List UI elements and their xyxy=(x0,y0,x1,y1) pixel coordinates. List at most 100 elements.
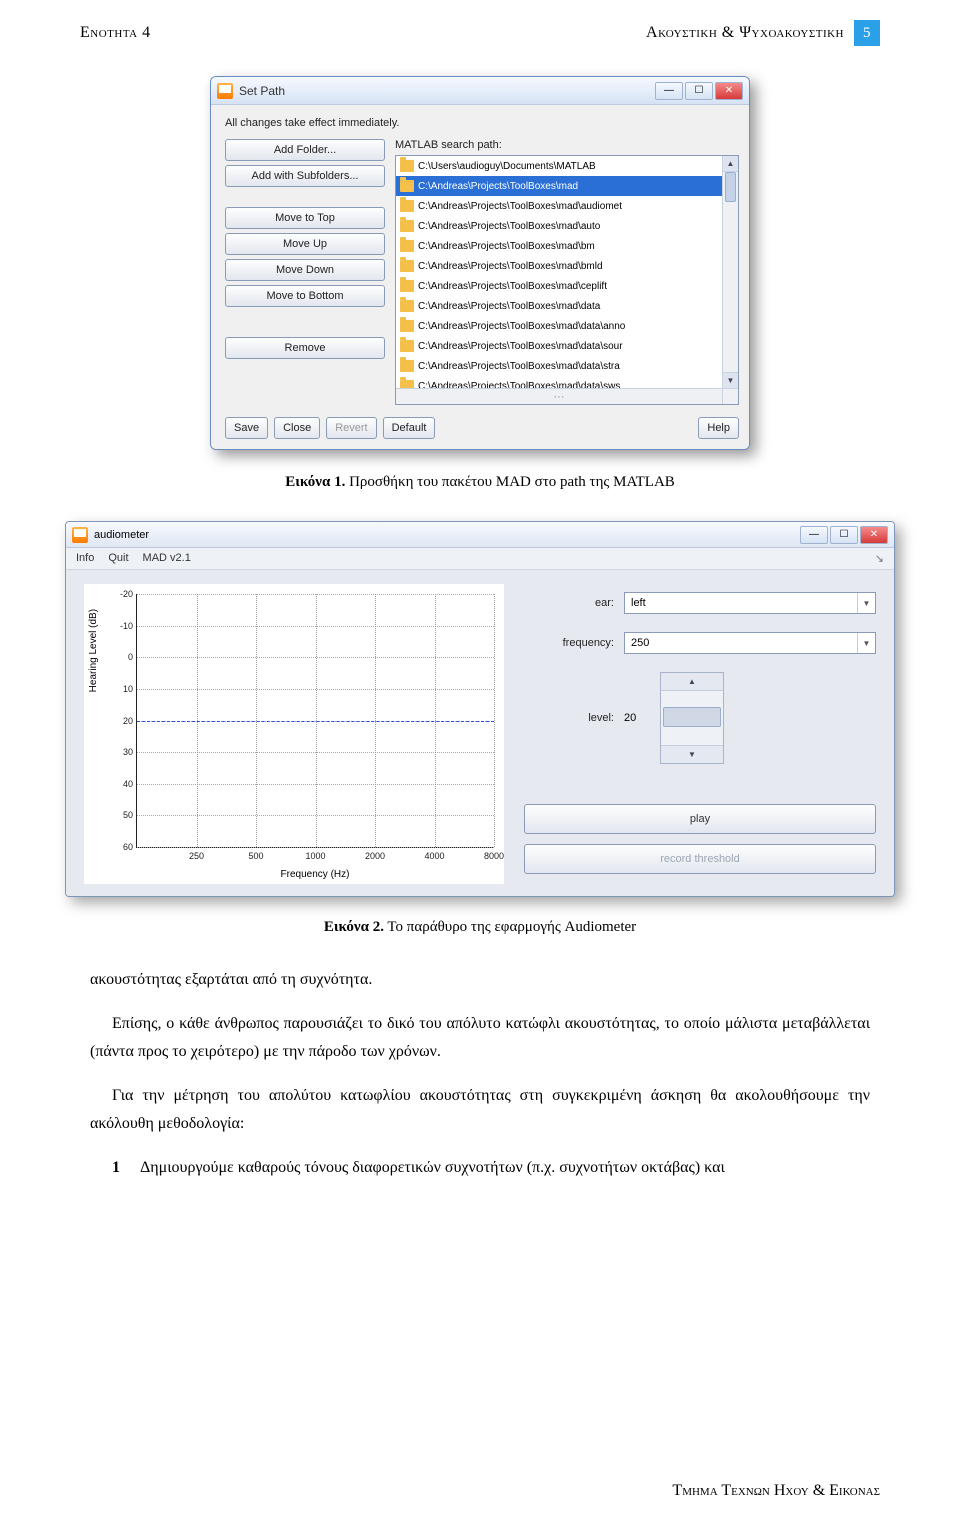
move-to-top-button[interactable]: Move to Top xyxy=(225,207,385,229)
path-list-item[interactable]: C:\Andreas\Projects\ToolBoxes\mad\data\a… xyxy=(396,316,738,336)
path-list-item[interactable]: C:\Andreas\Projects\ToolBoxes\mad\data\s… xyxy=(396,356,738,376)
caption-label: Εικόνα 1. xyxy=(285,474,345,490)
level-label: level: xyxy=(524,712,614,724)
folder-icon xyxy=(400,360,414,372)
record-threshold-button[interactable]: record threshold xyxy=(524,844,876,874)
scroll-thumb[interactable] xyxy=(725,172,736,202)
path-list-item[interactable]: C:\Andreas\Projects\ToolBoxes\mad\ceplif… xyxy=(396,276,738,296)
notice-text: All changes take effect immediately. xyxy=(225,117,739,129)
path-list-item[interactable]: C:\Andreas\Projects\ToolBoxes\mad\bm xyxy=(396,236,738,256)
level-value: 20 xyxy=(624,712,650,724)
ear-label: ear: xyxy=(524,597,614,609)
scroll-down-icon[interactable]: ▼ xyxy=(723,372,738,388)
caption-text: Το παράθυρο της εφαρμογής Audiometer xyxy=(384,919,636,935)
matlab-icon xyxy=(217,83,233,99)
horizontal-scrollbar[interactable] xyxy=(396,388,722,404)
minimize-button[interactable]: — xyxy=(800,526,828,544)
path-item-text: C:\Andreas\Projects\ToolBoxes\mad\data\s… xyxy=(418,341,623,352)
path-listbox[interactable]: C:\Users\audioguy\Documents\MATLAB C:\And… xyxy=(395,155,739,405)
chart-xtick: 4000 xyxy=(424,847,444,861)
folder-icon xyxy=(400,220,414,232)
chart-ytick: 20 xyxy=(123,716,137,726)
chevron-down-icon: ▼ xyxy=(857,633,875,653)
window-title: audiometer xyxy=(94,529,794,541)
path-item-text: C:\Andreas\Projects\ToolBoxes\mad\auto xyxy=(418,221,600,232)
maximize-button[interactable]: ☐ xyxy=(830,526,858,544)
menubar: Info Quit MAD v2.1 ↘ xyxy=(66,548,894,570)
move-up-button[interactable]: Move Up xyxy=(225,233,385,255)
chart-ylabel: Hearing Level (dB) xyxy=(88,609,99,692)
path-item-text: C:\Andreas\Projects\ToolBoxes\mad xyxy=(418,181,578,192)
menu-info[interactable]: Info xyxy=(76,552,94,565)
caption-label: Εικόνα 2. xyxy=(324,919,384,935)
path-list-item[interactable]: C:\Andreas\Projects\ToolBoxes\mad\bmld xyxy=(396,256,738,276)
path-list-item[interactable]: C:\Andreas\Projects\ToolBoxes\mad xyxy=(396,176,738,196)
move-to-bottom-button[interactable]: Move to Bottom xyxy=(225,285,385,307)
chart-ytick: -20 xyxy=(120,589,137,599)
page-footer: Τμημα Τεχνων Ηχου & Εικονας xyxy=(672,1482,880,1500)
audiometer-window: audiometer — ☐ ✕ Info Quit MAD v2.1 ↘ -2… xyxy=(65,521,895,897)
folder-icon xyxy=(400,280,414,292)
folder-icon xyxy=(400,160,414,172)
close-button[interactable]: ✕ xyxy=(715,82,743,100)
path-item-text: C:\Andreas\Projects\ToolBoxes\mad\bm xyxy=(418,241,595,252)
chart-ytick: -10 xyxy=(120,621,137,631)
window-control-buttons: — ☐ ✕ xyxy=(800,526,888,544)
menu-quit[interactable]: Quit xyxy=(108,552,128,565)
titlebar[interactable]: audiometer — ☐ ✕ xyxy=(66,522,894,548)
close-button[interactable]: ✕ xyxy=(860,526,888,544)
chart-xtick: 2000 xyxy=(365,847,385,861)
chart-xtick: 8000 xyxy=(484,847,504,861)
controls-panel: ear: left ▼ frequency: 250 ▼ level: 20 ▲ xyxy=(524,584,876,884)
slider-thumb[interactable] xyxy=(663,707,721,727)
set-path-window: Set Path — ☐ ✕ All changes take effect i… xyxy=(210,76,750,450)
path-list-item[interactable]: C:\Andreas\Projects\ToolBoxes\mad\auto xyxy=(396,216,738,236)
path-list-item[interactable]: C:\Users\audioguy\Documents\MATLAB xyxy=(396,156,738,176)
frequency-label: frequency: xyxy=(524,637,614,649)
default-button[interactable]: Default xyxy=(383,417,436,439)
level-slider[interactable]: ▲ ▼ xyxy=(660,672,724,764)
add-with-subfolders-button[interactable]: Add with Subfolders... xyxy=(225,165,385,187)
folder-icon xyxy=(400,320,414,332)
chart-ytick: 40 xyxy=(123,779,137,789)
folder-icon xyxy=(400,300,414,312)
menu-version[interactable]: MAD v2.1 xyxy=(143,552,191,565)
folder-icon xyxy=(400,180,414,192)
titlebar[interactable]: Set Path — ☐ ✕ xyxy=(211,77,749,105)
path-item-text: C:\Andreas\Projects\ToolBoxes\mad\data\s… xyxy=(418,361,620,372)
help-button[interactable]: Help xyxy=(698,417,739,439)
remove-button[interactable]: Remove xyxy=(225,337,385,359)
chart-ytick: 10 xyxy=(123,684,137,694)
path-item-text: C:\Andreas\Projects\ToolBoxes\mad\data xyxy=(418,301,600,312)
folder-icon xyxy=(400,240,414,252)
header-left: Ενοτητα 4 xyxy=(80,24,151,42)
add-folder-button[interactable]: Add Folder... xyxy=(225,139,385,161)
revert-button[interactable]: Revert xyxy=(326,417,376,439)
scroll-up-icon[interactable]: ▲ xyxy=(723,156,738,172)
paragraph: ακουστότητας εξαρτάται από τη συχνότητα. xyxy=(90,966,870,994)
list-number: 1 xyxy=(112,1154,130,1182)
frequency-select[interactable]: 250 ▼ xyxy=(624,632,876,654)
play-button[interactable]: play xyxy=(524,804,876,834)
maximize-button[interactable]: ☐ xyxy=(685,82,713,100)
slider-down-icon[interactable]: ▼ xyxy=(661,745,723,763)
slider-track[interactable] xyxy=(661,691,723,745)
path-list-item[interactable]: C:\Andreas\Projects\ToolBoxes\mad\data xyxy=(396,296,738,316)
folder-icon xyxy=(400,340,414,352)
save-button[interactable]: Save xyxy=(225,417,268,439)
vertical-scrollbar[interactable]: ▲ ▼ xyxy=(722,156,738,388)
list-text: Δημιουργούμε καθαρούς τόνους διαφορετικώ… xyxy=(140,1154,725,1182)
ear-select[interactable]: left ▼ xyxy=(624,592,876,614)
path-item-text: C:\Andreas\Projects\ToolBoxes\mad\bmld xyxy=(418,261,603,272)
move-down-button[interactable]: Move Down xyxy=(225,259,385,281)
path-list-item[interactable]: C:\Andreas\Projects\ToolBoxes\mad\audiom… xyxy=(396,196,738,216)
close-dialog-button[interactable]: Close xyxy=(274,417,320,439)
chart-ytick: 60 xyxy=(123,842,137,852)
path-item-text: C:\Andreas\Projects\ToolBoxes\mad\data\a… xyxy=(418,321,625,332)
slider-up-icon[interactable]: ▲ xyxy=(661,673,723,691)
path-item-text: C:\Users\audioguy\Documents\MATLAB xyxy=(418,161,596,172)
minimize-button[interactable]: — xyxy=(655,82,683,100)
path-list-item[interactable]: C:\Andreas\Projects\ToolBoxes\mad\data\s… xyxy=(396,336,738,356)
header-right-text: Ακουστικη & Ψυχοακουστικη xyxy=(646,24,844,42)
menu-corner-icon[interactable]: ↘ xyxy=(875,552,884,565)
